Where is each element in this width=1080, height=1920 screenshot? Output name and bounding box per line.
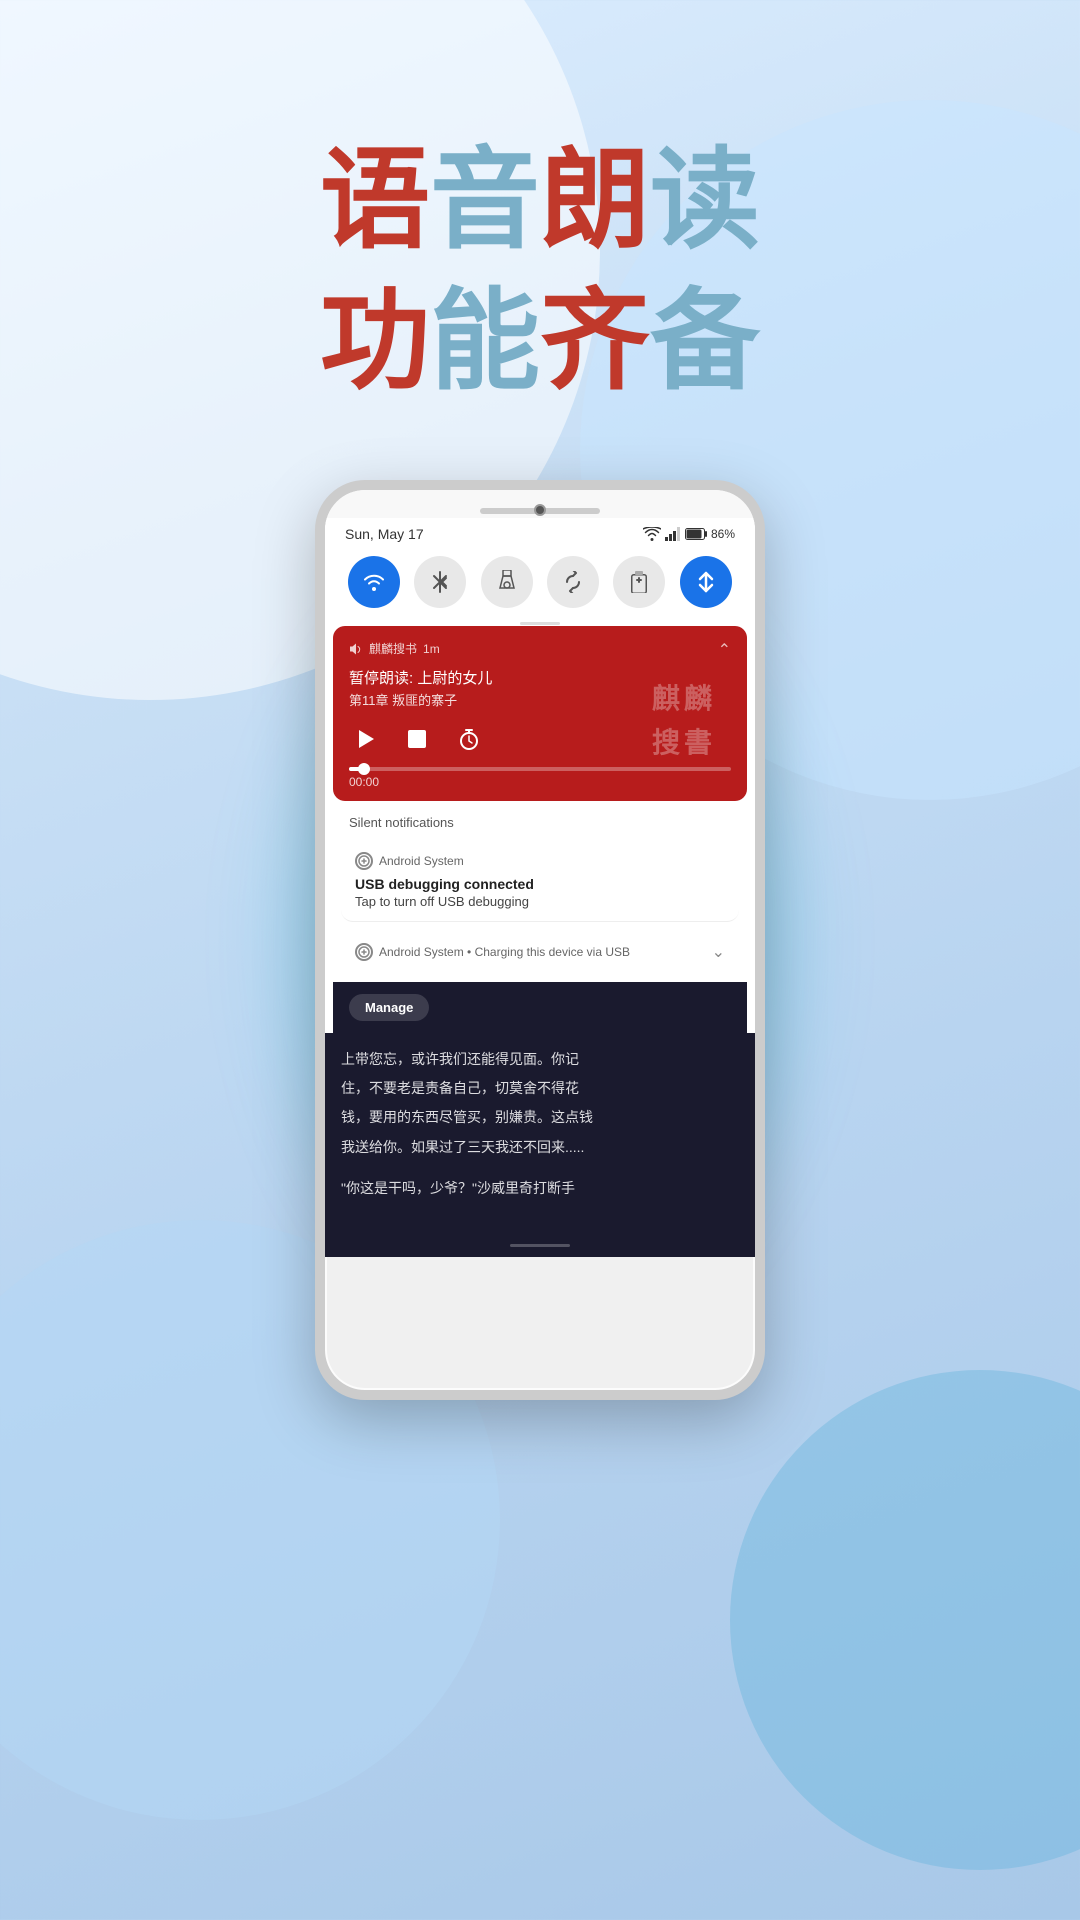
manage-area: Manage [333, 982, 747, 1033]
media-timer-button[interactable] [453, 723, 485, 755]
hero-char-2: 音 [430, 139, 540, 262]
charging-notif-text: Android System • Charging this device vi… [379, 945, 706, 959]
usb-notif-title: USB debugging connected [355, 876, 725, 892]
android-system-icon [355, 852, 373, 870]
status-bar: Sun, May 17 [325, 518, 755, 546]
usb-notif-app: Android System [379, 854, 464, 868]
book-text-line-2: 住，不要老是责备自己，切莫舍不得花 [341, 1076, 739, 1101]
charging-notif-header: Android System • Charging this device vi… [355, 942, 725, 962]
phone-camera [534, 504, 546, 516]
status-icons: 86% [643, 527, 735, 541]
usb-debugging-notification[interactable]: Android System USB debugging connected T… [341, 840, 739, 922]
media-play-button[interactable] [349, 723, 381, 755]
media-stop-button[interactable] [401, 723, 433, 755]
book-text-line-1: 上带您忘，或许我们还能得见面。你记 [341, 1047, 739, 1072]
book-text-line-4: 我送给你。如果过了三天我还不回来..... [341, 1135, 739, 1160]
phone-screen: Sun, May 17 [325, 518, 755, 1257]
book-text-line-5: "你这是干吗，少爷？"沙威里奇打断手 [341, 1176, 739, 1201]
battery-percentage: 86% [711, 527, 735, 541]
hero-char-8: 备 [650, 280, 760, 403]
qs-wifi-button[interactable] [348, 556, 400, 608]
book-text-line-3: 钱，要用的东西尽管买，别嫌贵。这点钱 [341, 1105, 739, 1130]
quick-settings-row [325, 546, 755, 618]
bottom-pill [510, 1244, 570, 1247]
media-progress-bar[interactable] [349, 767, 731, 771]
hero-section: 语音朗读 功能齐备 [0, 140, 1080, 402]
hero-char-3: 朗 [540, 139, 650, 262]
signal-status-icon [665, 527, 681, 541]
hero-char-1: 语 [320, 139, 430, 262]
drag-handle [520, 622, 560, 625]
charging-notification[interactable]: Android System • Charging this device vi… [341, 930, 739, 974]
hero-char-7: 齐 [540, 280, 650, 403]
book-text-area: 上带您忘，或许我们还能得见面。你记 住，不要老是责备自己，切莫舍不得花 钱，要用… [325, 1033, 755, 1233]
hero-char-5: 功 [320, 280, 430, 403]
android-system-icon-2 [355, 943, 373, 961]
qs-bluetooth-button[interactable] [414, 556, 466, 608]
media-notif-time: 1m [423, 642, 440, 656]
wifi-status-icon [643, 527, 661, 541]
hero-char-6: 能 [430, 280, 540, 403]
battery-status-icon [685, 528, 707, 540]
media-notification[interactable]: 麒麟搜书 1m ⌃ 麒 麟 搜 書 暂停朗读: 上尉的女儿 第11章 叛 [333, 626, 747, 801]
qs-rotate-button[interactable] [547, 556, 599, 608]
media-app-logo: 麒 麟 搜 書 [637, 656, 727, 781]
status-date: Sun, May 17 [345, 526, 424, 542]
hero-line1: 语音朗读 [0, 140, 1080, 261]
usb-notif-body: Tap to turn off USB debugging [355, 894, 725, 909]
qs-data-button[interactable] [680, 556, 732, 608]
media-progress-dot [358, 763, 370, 775]
usb-notif-header: Android System [355, 852, 725, 870]
qs-flashlight-button[interactable] [481, 556, 533, 608]
hero-char-4: 读 [650, 139, 760, 262]
manage-button[interactable]: Manage [349, 994, 429, 1021]
phone-device: Sun, May 17 [315, 480, 765, 1400]
silent-notifications-header: Silent notifications [333, 805, 747, 836]
phone-wrapper: Sun, May 17 [315, 480, 765, 1400]
charging-notif-chevron[interactable]: ⌄ [712, 942, 725, 962]
hero-line2: 功能齐备 [0, 281, 1080, 402]
speaker-icon [349, 642, 363, 656]
media-notif-app-name: 麒麟搜书 [369, 640, 417, 657]
media-notif-header: 麒麟搜书 1m [349, 640, 731, 657]
qs-battery-saver-button[interactable] [613, 556, 665, 608]
bg-blob-4 [730, 1370, 1080, 1870]
phone-bottom-indicator [325, 1233, 755, 1257]
